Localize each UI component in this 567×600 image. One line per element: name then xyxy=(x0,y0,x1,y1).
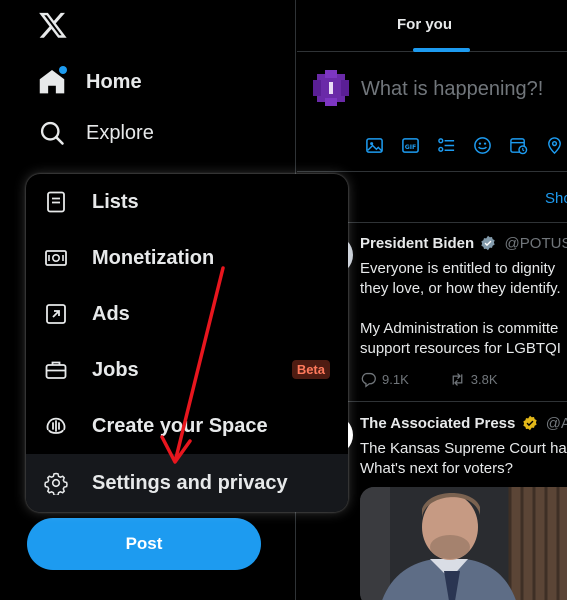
menu-item-ads[interactable]: Ads xyxy=(26,286,348,342)
menu-item-label: Create your Space xyxy=(92,414,268,437)
tab-for-you[interactable]: For you xyxy=(397,16,452,33)
tweet-actions: 9.1K 3.8K xyxy=(360,371,498,388)
news-photo xyxy=(360,487,567,600)
avatar[interactable] xyxy=(311,68,351,108)
menu-item-label: Ads xyxy=(92,302,130,325)
menu-item-create-space[interactable]: Create your Space xyxy=(26,398,348,454)
author-name[interactable]: President Biden xyxy=(360,235,474,252)
tweet-header: The Associated Press @AP xyxy=(360,415,567,432)
image-icon[interactable] xyxy=(363,134,386,157)
verified-badge-icon xyxy=(522,415,537,431)
lists-icon xyxy=(44,190,68,214)
tweet-text: Everyone is entitled to dignity they lov… xyxy=(360,259,561,359)
feed-tabbar: For you xyxy=(297,0,567,52)
show-more-posts-link[interactable]: Sho xyxy=(545,190,567,207)
tweet-text: The Kansas Supreme Court ha What's next … xyxy=(360,439,567,479)
beta-badge: Beta xyxy=(291,360,330,379)
author-handle: @POTUS xyxy=(504,235,567,252)
gear-icon xyxy=(44,471,68,497)
tweet-line: What's next for voters? xyxy=(360,460,513,477)
nav-explore-label: Explore xyxy=(86,121,154,144)
poll-icon[interactable] xyxy=(435,134,458,157)
menu-item-lists[interactable]: Lists xyxy=(26,174,348,230)
location-icon[interactable] xyxy=(543,134,566,157)
menu-item-jobs[interactable]: Jobs Beta xyxy=(26,342,348,398)
tweet-header: President Biden @POTUS xyxy=(360,235,567,252)
menu-item-monetization[interactable]: Monetization xyxy=(26,230,348,286)
notification-dot xyxy=(59,66,67,74)
spaces-icon xyxy=(44,414,68,438)
x-logo-icon[interactable] xyxy=(38,10,68,40)
reply-button[interactable]: 9.1K xyxy=(360,371,409,388)
tweet-line: The Kansas Supreme Court ha xyxy=(360,440,567,457)
tweet-media-image[interactable] xyxy=(360,487,567,600)
repost-count: 3.8K xyxy=(470,372,498,387)
home-icon xyxy=(38,66,67,96)
reply-icon xyxy=(361,372,376,388)
menu-item-label: Lists xyxy=(92,190,139,213)
tweet-line: Everyone is entitled to dignity xyxy=(360,260,556,277)
menu-item-label: Monetization xyxy=(92,246,215,269)
more-menu: Lists Monetization Ads Jobs Beta Create … xyxy=(26,174,348,512)
composer: GIF xyxy=(297,52,567,172)
emoji-icon[interactable] xyxy=(471,134,494,157)
search-icon xyxy=(38,119,66,147)
nav-explore[interactable]: Explore xyxy=(38,113,154,153)
nav-home[interactable]: Home xyxy=(38,62,142,102)
money-icon xyxy=(44,246,68,270)
tweet-line: they love, or how they identify. xyxy=(360,280,561,297)
menu-item-label: Jobs xyxy=(92,358,139,381)
verified-badge-icon xyxy=(481,235,496,251)
tweet-line xyxy=(360,299,561,319)
nav-home-label: Home xyxy=(86,70,142,93)
ads-icon xyxy=(44,302,68,326)
schedule-icon[interactable] xyxy=(507,134,530,157)
repost-icon xyxy=(452,373,463,386)
compose-input[interactable] xyxy=(361,78,567,101)
composer-toolbar: GIF xyxy=(363,134,566,157)
tweet-line: support resources for LGBTQI xyxy=(360,340,561,357)
repost-button[interactable]: 3.8K xyxy=(449,371,498,388)
author-handle: @AP xyxy=(545,415,567,432)
svg-text:GIF: GIF xyxy=(405,144,417,151)
menu-item-settings-privacy[interactable]: Settings and privacy xyxy=(26,454,348,512)
reply-count: 9.1K xyxy=(382,372,409,387)
briefcase-icon xyxy=(44,358,68,382)
menu-item-label: Settings and privacy xyxy=(92,471,288,494)
gif-icon[interactable]: GIF xyxy=(399,134,422,157)
author-name[interactable]: The Associated Press xyxy=(360,415,515,432)
tweet-line: My Administration is committe xyxy=(360,320,559,337)
post-button[interactable]: Post xyxy=(27,518,261,570)
